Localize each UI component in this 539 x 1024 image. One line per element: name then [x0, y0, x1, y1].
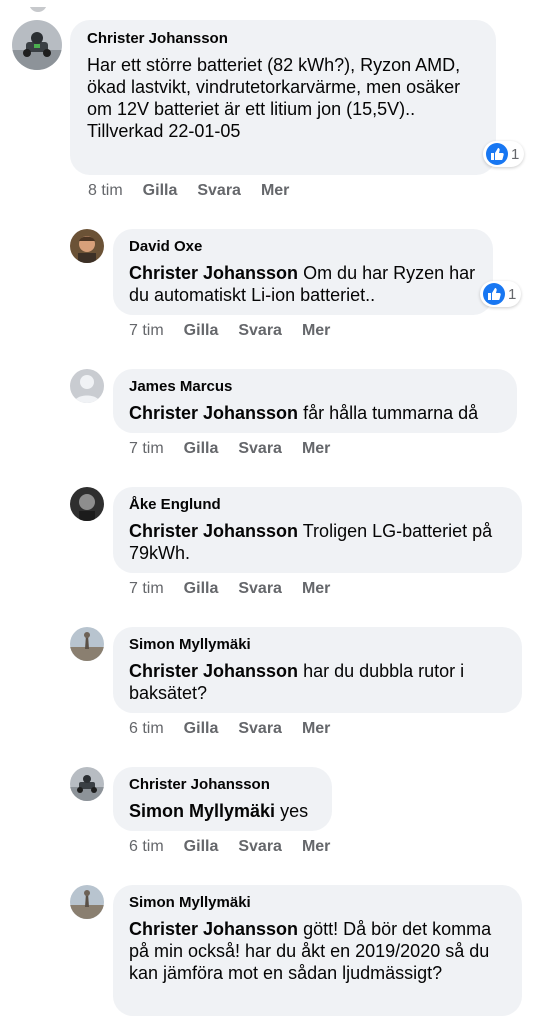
comment-time[interactable]: 7 tim — [129, 322, 164, 339]
comment-bubble: Simon Myllymäki Christer Johansson har d… — [113, 627, 522, 713]
reply-button[interactable]: Svara — [238, 720, 282, 737]
avatar-karting[interactable] — [12, 20, 62, 70]
comment-bubble: Christer Johansson Har ett större batter… — [70, 20, 496, 175]
reply-button[interactable]: Svara — [238, 580, 282, 597]
more-button[interactable]: Mer — [302, 580, 330, 597]
comment-time[interactable]: 8 tim — [88, 182, 123, 199]
reply-button[interactable]: Svara — [238, 322, 282, 339]
like-button[interactable]: Gilla — [184, 720, 219, 737]
reply-button[interactable]: Svara — [238, 838, 282, 855]
mention-link[interactable]: Christer Johansson — [129, 919, 298, 939]
comment-bubble: Christer Johansson Simon Myllymäki yes — [113, 767, 332, 831]
comment-time[interactable]: 7 tim — [129, 580, 164, 597]
mention-link[interactable]: Christer Johansson — [129, 263, 298, 283]
comment-author[interactable]: Christer Johansson — [87, 30, 479, 48]
comment-bubble: James Marcus Christer Johansson får håll… — [113, 369, 517, 433]
comment-text: Christer Johansson gött! Då bör det komm… — [129, 919, 492, 983]
comment-text: Har ett större batteriet (82 kWh?), Ryzo… — [87, 55, 461, 141]
comment-time[interactable]: 6 tim — [129, 838, 164, 855]
reaction-count[interactable]: 1 — [483, 141, 525, 167]
mention-link[interactable]: Christer Johansson — [129, 521, 298, 541]
comment-actions: 7 tim Gilla Svara Mer — [129, 440, 350, 458]
like-button[interactable]: Gilla — [184, 838, 219, 855]
avatar-ake[interactable] — [70, 487, 104, 521]
comment-actions: 7 tim Gilla Svara Mer — [129, 322, 350, 340]
avatar-default[interactable] — [70, 369, 104, 403]
more-button[interactable]: Mer — [261, 182, 289, 199]
like-button[interactable]: Gilla — [184, 580, 219, 597]
reply-button[interactable]: Svara — [238, 440, 282, 457]
reaction-count[interactable]: 1 — [480, 281, 522, 307]
avatar-karting[interactable] — [70, 767, 104, 801]
avatar-simon[interactable] — [70, 627, 104, 661]
comment-author[interactable]: David Oxe — [129, 238, 477, 256]
comment-time[interactable]: 6 tim — [129, 720, 164, 737]
avatar-simon[interactable] — [70, 885, 104, 919]
comment-author[interactable]: Christer Johansson — [129, 776, 316, 794]
like-button[interactable]: Gilla — [143, 182, 178, 199]
comment-bubble: David Oxe Christer Johansson Om du har R… — [113, 229, 493, 315]
comment-bubble: Åke Englund Christer Johansson Troligen … — [113, 487, 522, 573]
mention-link[interactable]: Christer Johansson — [129, 403, 298, 423]
mention-link[interactable]: Christer Johansson — [129, 661, 298, 681]
comment-author[interactable]: Åke Englund — [129, 496, 506, 514]
more-button[interactable]: Mer — [302, 440, 330, 457]
more-button[interactable]: Mer — [302, 322, 330, 339]
comment-text: Simon Myllymäki yes — [129, 801, 309, 821]
top-edge — [0, 0, 539, 12]
like-button[interactable]: Gilla — [184, 440, 219, 457]
comment-text: Christer Johansson får hålla tummarna då — [129, 403, 479, 423]
comment-actions: 6 tim Gilla Svara Mer — [129, 720, 350, 738]
comment-text: Christer Johansson Troligen LG-batteriet… — [129, 521, 493, 563]
comment-actions: 7 tim Gilla Svara Mer — [129, 580, 350, 598]
comment-text: Christer Johansson Om du har Ryzen har d… — [129, 263, 476, 305]
more-button[interactable]: Mer — [302, 720, 330, 737]
avatar-david[interactable] — [70, 229, 104, 263]
like-icon — [486, 143, 508, 165]
mention-link[interactable]: Simon Myllymäki — [129, 801, 275, 821]
more-button[interactable]: Mer — [302, 838, 330, 855]
comment-author[interactable]: James Marcus — [129, 378, 501, 396]
like-button[interactable]: Gilla — [184, 322, 219, 339]
like-icon — [483, 283, 505, 305]
reply-button[interactable]: Svara — [197, 182, 241, 199]
comment-author[interactable]: Simon Myllymäki — [129, 894, 506, 912]
comment-actions: 6 tim Gilla Svara Mer — [129, 838, 350, 856]
comment-bubble: Simon Myllymäki Christer Johansson gött!… — [113, 885, 522, 1016]
comment-actions: 8 tim Gilla Svara Mer — [88, 182, 309, 200]
comment-author[interactable]: Simon Myllymäki — [129, 636, 506, 654]
reaction-count-text: 1 — [511, 145, 520, 163]
comment-text: Christer Johansson har du dubbla rutor i… — [129, 661, 465, 703]
comment-time[interactable]: 7 tim — [129, 440, 164, 457]
reaction-count-text: 1 — [508, 285, 517, 303]
